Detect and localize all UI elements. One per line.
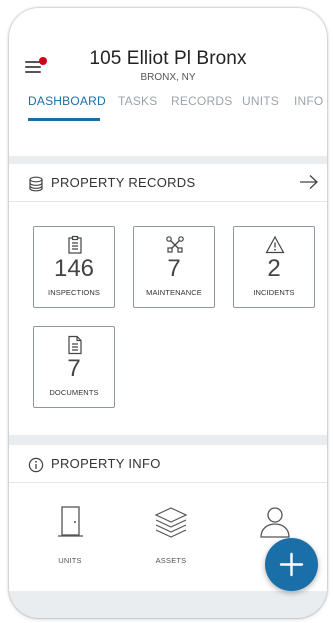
maintenance-label: MAINTENANCE [146, 288, 202, 297]
inspections-tile[interactable]: 146 INSPECTIONS [33, 226, 115, 308]
inspections-count: 146 [53, 255, 95, 282]
database-icon [29, 176, 43, 192]
property-info-title: PROPERTY INFO [51, 456, 161, 471]
user-icon [260, 507, 290, 538]
add-button[interactable] [265, 538, 318, 591]
door-icon [58, 506, 83, 537]
tab-tasks[interactable]: TASKS [118, 94, 157, 108]
documents-label: DOCUMENTS [49, 388, 99, 397]
notification-dot [39, 57, 47, 65]
property-records-header: PROPERTY RECORDS [9, 164, 327, 202]
property-records-title: PROPERTY RECORDS [51, 175, 196, 190]
documents-tile[interactable]: 7 DOCUMENTS [33, 326, 115, 408]
arrow-right-icon[interactable] [299, 174, 319, 190]
info-item-units[interactable]: UNITS [30, 505, 110, 565]
units-label: UNITS [58, 556, 82, 565]
document-icon [68, 335, 82, 355]
property-subtitle: BRONX, NY [140, 72, 196, 83]
tools-icon [166, 236, 184, 253]
tab-dashboard[interactable]: DASHBOARD [28, 94, 106, 108]
info-icon [28, 457, 44, 473]
tab-bar: DASHBOARD TASKS RECORDS UNITS INFO [9, 94, 327, 124]
tab-records[interactable]: RECORDS [171, 94, 232, 108]
clipboard-icon [68, 235, 82, 254]
tab-units[interactable]: UNITS [242, 94, 279, 108]
incidents-count: 2 [267, 255, 281, 282]
property-title: 105 Elliot Pl Bronx [89, 48, 247, 69]
info-item-assets[interactable]: ASSETS [131, 505, 211, 565]
maintenance-tile[interactable]: 7 MAINTENANCE [133, 226, 215, 308]
property-info-header: PROPERTY INFO [9, 445, 327, 483]
documents-count: 7 [67, 355, 81, 382]
active-tab-indicator [28, 118, 100, 121]
layers-icon [154, 507, 188, 538]
tab-info[interactable]: INFO [294, 94, 323, 108]
property-records-card: PROPERTY RECORDS 146 INSPECTIONS 7 MAINT… [9, 164, 327, 435]
assets-label: ASSETS [155, 556, 187, 565]
inspections-label: INSPECTIONS [48, 288, 100, 297]
app-header: 105 Elliot Pl Bronx BRONX, NY DASHBOARD … [9, 8, 327, 156]
maintenance-count: 7 [167, 255, 181, 282]
incidents-label: INCIDENTS [253, 288, 295, 297]
app-screen: 105 Elliot Pl Bronx BRONX, NY DASHBOARD … [9, 8, 327, 618]
warning-icon [265, 235, 285, 254]
incidents-tile[interactable]: 2 INCIDENTS [233, 226, 315, 308]
menu-button[interactable] [25, 57, 49, 76]
plus-icon [279, 552, 304, 577]
